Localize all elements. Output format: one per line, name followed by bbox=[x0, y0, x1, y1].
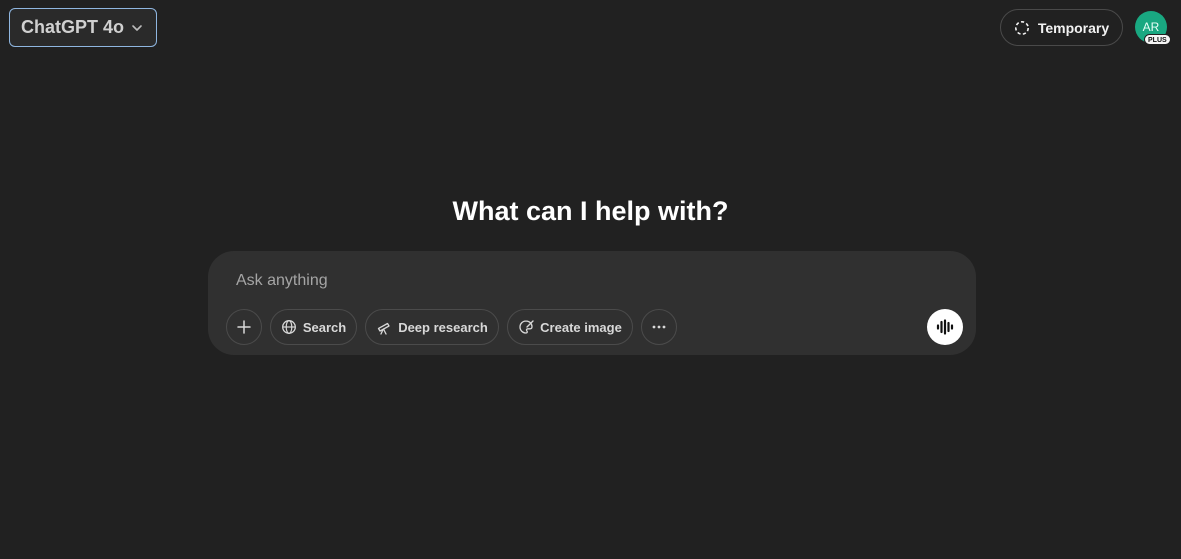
search-button-label: Search bbox=[302, 319, 347, 335]
deep-research-label: Deep research bbox=[398, 319, 488, 335]
voice-mode-button[interactable] bbox=[927, 309, 963, 345]
plus-icon bbox=[236, 319, 252, 335]
ellipsis-icon bbox=[651, 319, 667, 335]
create-image-button[interactable]: Create image bbox=[507, 309, 633, 345]
composer: Search Deep research Create image bbox=[208, 251, 976, 355]
voice-waveform-icon bbox=[936, 319, 954, 335]
attach-button[interactable] bbox=[226, 309, 262, 345]
model-selector-label: ChatGPT 4o bbox=[21, 17, 125, 37]
globe-icon bbox=[281, 319, 297, 335]
plan-badge: PLUS bbox=[1144, 34, 1171, 45]
dashed-circle-icon bbox=[1014, 20, 1030, 36]
more-tools-button[interactable] bbox=[641, 309, 677, 345]
model-selector-button[interactable]: ChatGPT 4o bbox=[9, 8, 157, 47]
deep-research-button[interactable]: Deep research bbox=[365, 309, 499, 345]
prompt-input[interactable] bbox=[236, 270, 836, 292]
paint-palette-icon bbox=[518, 319, 534, 335]
telescope-icon bbox=[376, 319, 392, 335]
temporary-chat-label: Temporary bbox=[1037, 19, 1110, 36]
temporary-chat-button[interactable]: Temporary bbox=[1000, 9, 1123, 46]
create-image-label: Create image bbox=[540, 319, 622, 335]
search-button[interactable]: Search bbox=[270, 309, 357, 345]
page-title: What can I help with? bbox=[452, 196, 729, 226]
chevron-down-icon bbox=[130, 21, 144, 35]
chat-home-page: ChatGPT 4o Temporary AR PLUS What can I … bbox=[0, 0, 1181, 559]
avatar-initials: AR bbox=[1142, 20, 1160, 34]
